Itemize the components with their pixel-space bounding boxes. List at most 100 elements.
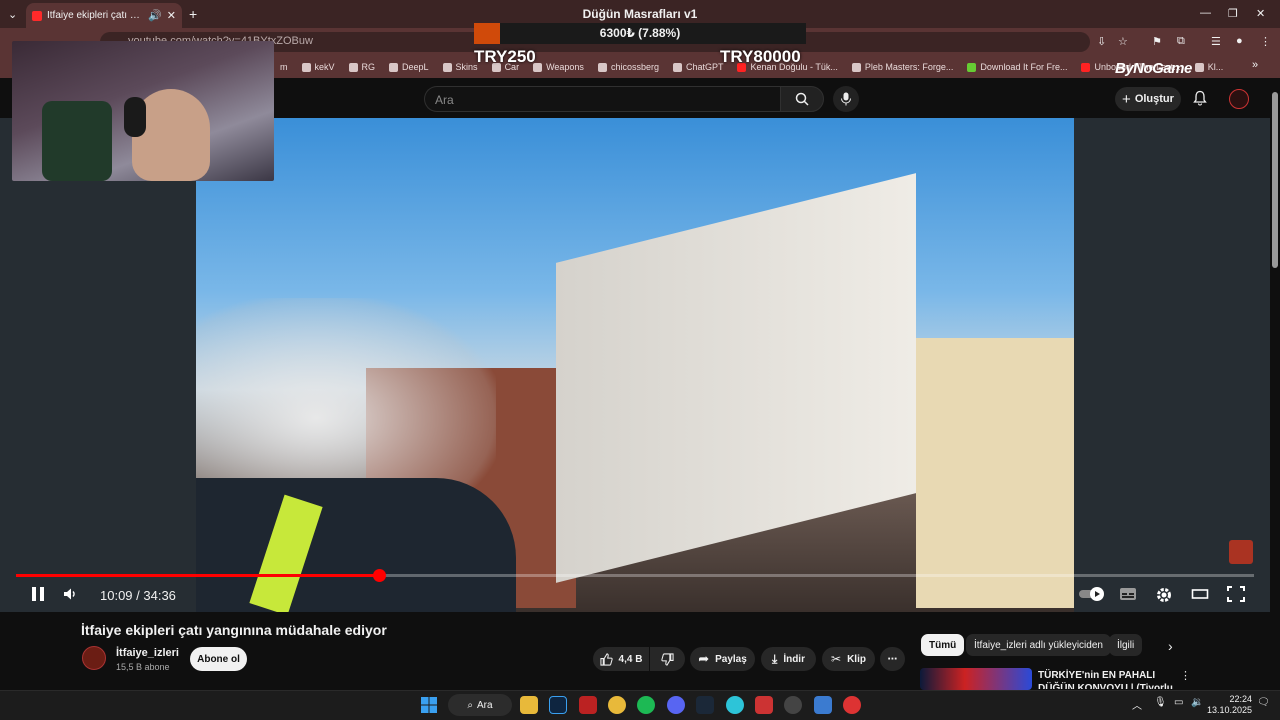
- chrome-active-icon[interactable]: [843, 696, 861, 714]
- bookmark-item[interactable]: chicossberg: [597, 62, 659, 72]
- windows-start-icon[interactable]: [420, 696, 438, 714]
- share-button[interactable]: ➦ Paylaş: [690, 647, 755, 671]
- taskbar-search[interactable]: ⌕ Ara: [448, 694, 512, 716]
- chatgpt-icon: [672, 62, 682, 72]
- plus-icon: +: [1122, 90, 1131, 108]
- app-icon[interactable]: [726, 696, 744, 714]
- filter-chip-uploader[interactable]: İtfaiye_izleri adlı yükleyiciden: [966, 634, 1111, 656]
- mic-icon: [841, 92, 851, 106]
- tray-chevron-up-icon[interactable]: ︿: [1132, 697, 1142, 712]
- bookmark-item[interactable]: m: [280, 62, 288, 72]
- media-controls-icon[interactable]: ☰: [1211, 35, 1221, 48]
- search-input[interactable]: Ara: [424, 86, 780, 112]
- autoplay-toggle[interactable]: [1078, 586, 1106, 602]
- bookmark-item[interactable]: ChatGPT: [672, 62, 723, 72]
- filter-next-chevron-icon[interactable]: ›: [1168, 638, 1173, 654]
- new-tab-button[interactable]: +: [189, 6, 197, 22]
- file-explorer-icon[interactable]: [520, 696, 538, 714]
- download-button[interactable]: ⤓ İndir: [761, 647, 816, 671]
- clip-label: Klip: [847, 653, 866, 665]
- bookmark-favicon-icon: [1194, 62, 1204, 72]
- tab-audio-icon[interactable]: 🔊: [148, 9, 162, 22]
- filter-chip-all[interactable]: Tümü: [921, 634, 965, 656]
- donation-goal-min: TRY250: [474, 47, 536, 66]
- maximize-button[interactable]: ❐: [1228, 7, 1238, 20]
- tab-close-icon[interactable]: ✕: [167, 9, 176, 22]
- bookmark-favicon-icon: [851, 62, 861, 72]
- settings-button[interactable]: [1155, 586, 1173, 602]
- bookmark-item[interactable]: RG: [348, 62, 375, 72]
- video-progress-bar[interactable]: [16, 569, 1254, 582]
- tab-search-chevron-icon[interactable]: ⌄: [8, 8, 17, 21]
- video-ambient-left: [0, 118, 196, 612]
- fullscreen-button[interactable]: [1227, 586, 1245, 602]
- bookmark-item[interactable]: Pleb Masters: Forge...: [851, 62, 953, 72]
- install-app-icon[interactable]: ⇩: [1097, 35, 1106, 48]
- video-player[interactable]: [0, 118, 1270, 612]
- webcam-headset: [124, 97, 146, 137]
- chrome-icon[interactable]: [608, 696, 626, 714]
- discord-icon[interactable]: [667, 696, 685, 714]
- channel-watermark-icon[interactable]: [1229, 540, 1253, 564]
- photoshop-icon[interactable]: [549, 696, 567, 714]
- window-close-button[interactable]: ✕: [1256, 7, 1265, 20]
- spotify-icon[interactable]: [637, 696, 655, 714]
- page-scrollbar[interactable]: [1272, 92, 1278, 268]
- filezilla-icon[interactable]: [579, 696, 597, 714]
- steam-icon[interactable]: [696, 696, 714, 714]
- video-building-scene: [556, 173, 916, 583]
- volume-button[interactable]: [62, 586, 78, 605]
- more-horizontal-icon: ⋯: [887, 653, 898, 665]
- theater-mode-icon: [1191, 589, 1209, 599]
- dislike-button[interactable]: [650, 647, 685, 671]
- account-avatar[interactable]: [1229, 89, 1249, 109]
- recommendation-title[interactable]: TÜRKİYE'nin EN PAHALI DÜĞÜN KONVOYU | (T…: [1038, 669, 1178, 689]
- taskbar-clock[interactable]: 22:24 13.10.2025: [1206, 694, 1252, 716]
- notifications-bell-icon[interactable]: [1192, 90, 1210, 108]
- tray-speaker-icon[interactable]: 🔉: [1191, 697, 1203, 708]
- channel-name[interactable]: İtfaiye_izleri: [116, 647, 179, 659]
- scissors-icon: ✂: [831, 652, 842, 666]
- tab-title: İtfaiye ekipleri çatı yangınına müdahale…: [47, 10, 143, 21]
- extensions-puzzle-icon[interactable]: ⧉: [1177, 35, 1185, 48]
- minimize-button[interactable]: —: [1200, 7, 1211, 19]
- tray-network-icon[interactable]: ▭: [1174, 697, 1183, 708]
- create-button[interactable]: + Oluştur: [1115, 87, 1181, 111]
- youtube-favicon-icon: [32, 10, 42, 21]
- share-label: Paylaş: [715, 653, 747, 665]
- video-frame[interactable]: [196, 118, 1074, 612]
- bookmarks-overflow-icon[interactable]: »: [1252, 59, 1258, 71]
- recommendation-thumbnail[interactable]: [920, 668, 1032, 690]
- taskbar-search-label: Ara: [477, 699, 493, 711]
- search-button[interactable]: [780, 86, 824, 112]
- theater-mode-button[interactable]: [1191, 586, 1209, 602]
- like-button[interactable]: 4,4 B: [593, 647, 649, 671]
- bookmark-item[interactable]: Weapons: [533, 62, 584, 72]
- subscribe-button[interactable]: Abone ol: [190, 647, 247, 671]
- bookmark-favicon-icon: [597, 62, 607, 72]
- extension-icon[interactable]: ⚑: [1152, 35, 1162, 48]
- filter-chip-related[interactable]: İlgili: [1109, 634, 1143, 656]
- bookmark-item[interactable]: DeepL: [389, 62, 429, 72]
- browser-menu-icon[interactable]: ⋮: [1260, 35, 1271, 48]
- channel-avatar[interactable]: [82, 646, 106, 670]
- clip-button[interactable]: ✂ Klip: [822, 647, 875, 671]
- notification-center-icon[interactable]: 🗨: [1257, 697, 1270, 708]
- search-icon: ⌕: [467, 699, 474, 711]
- bookmark-item[interactable]: Download It For Fre...: [967, 62, 1067, 72]
- app-icon[interactable]: [755, 696, 773, 714]
- bookmark-item[interactable]: kekV: [301, 62, 335, 72]
- subtitles-button[interactable]: [1119, 586, 1137, 602]
- app-icon[interactable]: [814, 696, 832, 714]
- bookmark-star-icon[interactable]: ☆: [1118, 35, 1128, 48]
- bookmark-item[interactable]: Skins: [442, 62, 478, 72]
- recommendation-menu-icon[interactable]: ⋮: [1180, 669, 1191, 682]
- voice-search-button[interactable]: [833, 86, 859, 112]
- browser-tab-active[interactable]: İtfaiye ekipleri çatı yangınına müdahale…: [26, 3, 182, 28]
- obs-icon[interactable]: [784, 696, 802, 714]
- tray-mic-icon[interactable]: 🎙: [1154, 697, 1167, 708]
- more-actions-button[interactable]: ⋯: [880, 647, 905, 671]
- profile-icon[interactable]: ●: [1236, 35, 1243, 47]
- pause-button[interactable]: [30, 586, 46, 605]
- bookmark-item[interactable]: Kl...: [1194, 62, 1223, 72]
